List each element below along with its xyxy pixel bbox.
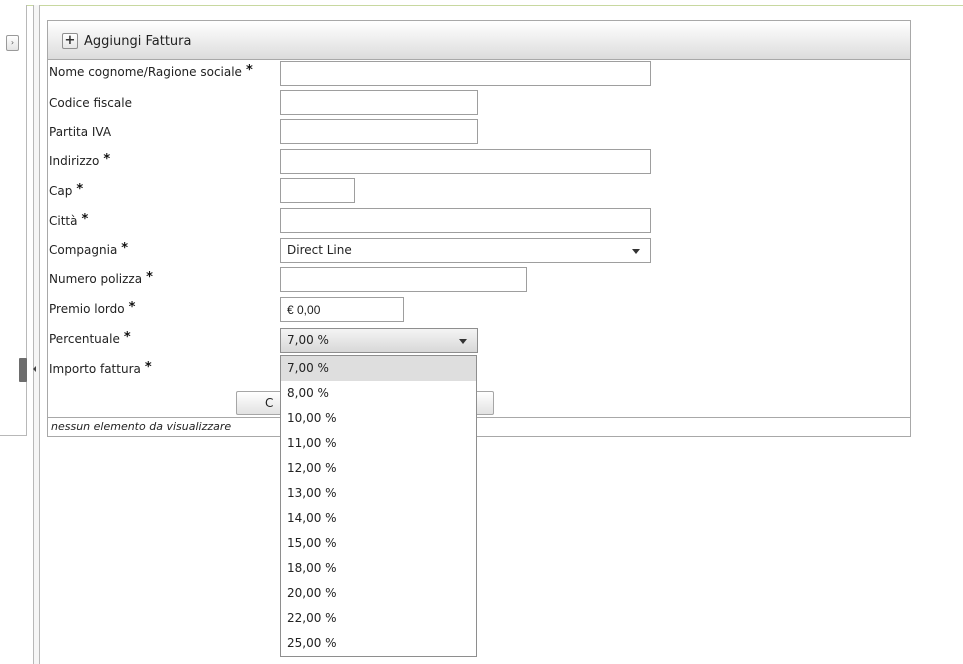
percentuale-option[interactable]: 13,00 % <box>281 481 476 506</box>
indirizzo-label: Indirizzo * <box>49 152 111 169</box>
add-invoice-button[interactable]: + Aggiungi Fattura <box>62 31 191 51</box>
cap-label-text: Cap <box>49 184 73 198</box>
required-star-icon: * <box>128 300 136 315</box>
invoice-panel: + Aggiungi Fattura Nome cognome/Ragione … <box>47 20 911 437</box>
panel-splitter[interactable] <box>33 5 40 664</box>
premio-lordo-label: Premio lordo * <box>49 300 136 317</box>
indirizzo-label-text: Indirizzo <box>49 154 100 168</box>
compagnia-select[interactable]: Direct Line <box>280 238 651 263</box>
add-invoice-label: Aggiungi Fattura <box>84 33 192 49</box>
numero-polizza-label-text: Numero polizza <box>49 272 143 286</box>
premio-lordo-label-text: Premio lordo <box>49 302 125 316</box>
importo-fattura-label-text: Importo fattura <box>49 362 141 376</box>
partita-iva-label: Partita IVA <box>49 125 112 139</box>
percentuale-option[interactable]: 8,00 % <box>281 381 476 406</box>
percentuale-label-text: Percentuale <box>49 332 120 346</box>
codice-fiscale-input[interactable] <box>280 90 478 115</box>
percentuale-option[interactable]: 11,00 % <box>281 431 476 456</box>
nome-input[interactable] <box>280 61 651 86</box>
chevron-down-icon[interactable] <box>632 249 640 254</box>
panel-toolbar: + Aggiungi Fattura <box>48 21 910 60</box>
percentuale-option[interactable]: 12,00 % <box>281 456 476 481</box>
citta-input[interactable] <box>280 208 651 233</box>
percentuale-option[interactable]: 22,00 % <box>281 606 476 631</box>
plus-icon: + <box>62 33 78 49</box>
numero-polizza-input[interactable] <box>280 267 527 292</box>
premio-lordo-input[interactable] <box>280 297 404 322</box>
splitter-grip-icon[interactable] <box>19 358 27 382</box>
required-star-icon: * <box>245 63 253 78</box>
splitter-arrow-icon[interactable] <box>33 366 36 372</box>
compagnia-value: Direct Line <box>287 243 352 257</box>
chevron-down-icon[interactable] <box>459 339 467 344</box>
compagnia-label: Compagnia * <box>49 241 129 258</box>
percentuale-option[interactable]: 20,00 % <box>281 581 476 606</box>
percentuale-option[interactable]: 10,00 % <box>281 406 476 431</box>
percentuale-select[interactable]: 7,00 % <box>280 328 478 353</box>
indirizzo-input[interactable] <box>280 149 651 174</box>
required-star-icon: * <box>81 212 89 227</box>
required-star-icon: * <box>123 330 131 345</box>
percentuale-option[interactable]: 7,00 % <box>281 356 476 381</box>
expand-panel-icon[interactable]: › <box>6 35 19 51</box>
numero-polizza-label: Numero polizza * <box>49 270 153 287</box>
citta-label-text: Città <box>49 214 78 228</box>
compagnia-label-text: Compagnia <box>49 243 118 257</box>
citta-label: Città * <box>49 212 89 229</box>
percentuale-value: 7,00 % <box>287 333 329 347</box>
percentuale-option[interactable]: 18,00 % <box>281 556 476 581</box>
cap-label: Cap * <box>49 182 84 199</box>
required-star-icon: * <box>103 152 111 167</box>
top-divider <box>0 5 963 6</box>
importo-fattura-label: Importo fattura * <box>49 360 152 377</box>
percentuale-option[interactable]: 15,00 % <box>281 531 476 556</box>
codice-fiscale-label: Codice fiscale <box>49 96 132 110</box>
required-star-icon: * <box>121 241 129 256</box>
percentuale-option[interactable]: 14,00 % <box>281 506 476 531</box>
required-star-icon: * <box>76 182 84 197</box>
percentuale-option[interactable]: 25,00 % <box>281 631 476 656</box>
required-star-icon: * <box>144 360 152 375</box>
percentuale-dropdown-list[interactable]: 7,00 % 8,00 % 10,00 % 11,00 % 12,00 % 13,00 %… <box>280 355 477 657</box>
empty-list-message: nessun elemento da visualizzare <box>48 417 910 436</box>
percentuale-label: Percentuale * <box>49 330 131 347</box>
nome-label: Nome cognome/Ragione sociale * <box>49 63 253 80</box>
cap-input[interactable] <box>280 178 355 203</box>
partita-iva-input[interactable] <box>280 119 478 144</box>
nome-label-text: Nome cognome/Ragione sociale <box>49 65 242 79</box>
required-star-icon: * <box>146 270 153 285</box>
